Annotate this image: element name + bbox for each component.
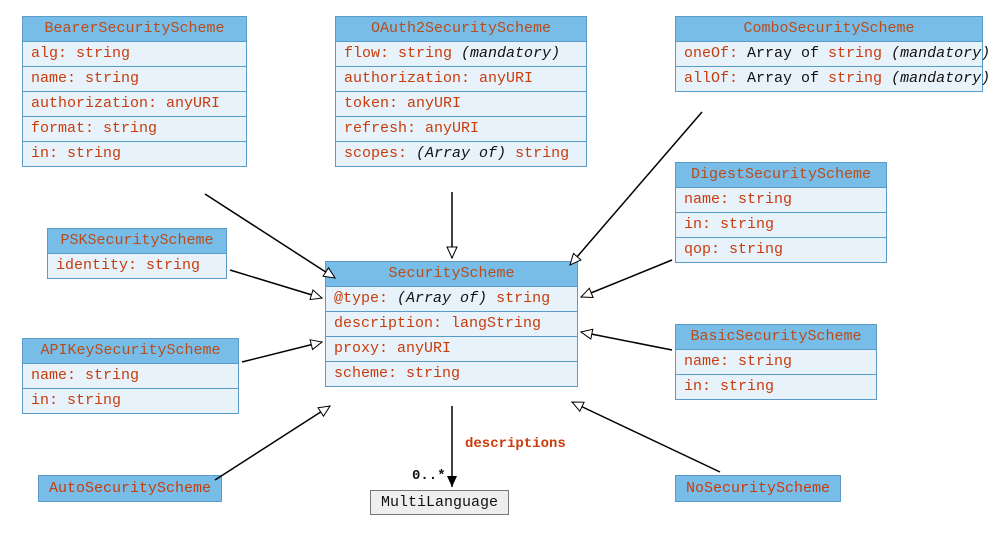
attr-row: oneOf: Array of string (mandatory) — [676, 42, 982, 67]
attr-row: description: langString — [326, 312, 577, 337]
attr-row: name: string — [23, 364, 238, 389]
attr-row: in: string — [676, 213, 886, 238]
attr-row: @type: (Array of) string — [326, 287, 577, 312]
class-title: BearerSecurityScheme — [23, 17, 246, 42]
class-auto: AutoSecurityScheme — [38, 475, 222, 502]
attr-row: identity: string — [48, 254, 226, 278]
attr-row: proxy: anyURI — [326, 337, 577, 362]
class-psk: PSKSecurityScheme identity: string — [47, 228, 227, 279]
class-nosec: NoSecurityScheme — [675, 475, 841, 502]
class-title: DigestSecurityScheme — [676, 163, 886, 188]
class-digest: DigestSecurityScheme name: stringin: str… — [675, 162, 887, 263]
class-oauth2: OAuth2SecurityScheme flow: string (manda… — [335, 16, 587, 167]
class-multilanguage: MultiLanguage — [370, 490, 509, 515]
class-title: APIKeySecurityScheme — [23, 339, 238, 364]
attr-row: in: string — [23, 389, 238, 413]
attr-row: scheme: string — [326, 362, 577, 386]
attr-row: alg: string — [23, 42, 246, 67]
attr-rows: oneOf: Array of string (mandatory)allOf:… — [676, 42, 982, 91]
class-title: MultiLanguage — [381, 494, 498, 511]
attr-rows: @type: (Array of) stringdescription: lan… — [326, 287, 577, 386]
attr-row: name: string — [676, 350, 876, 375]
class-title: AutoSecurityScheme — [49, 480, 211, 497]
attr-row: qop: string — [676, 238, 886, 262]
attr-rows: flow: string (mandatory)authorization: a… — [336, 42, 586, 166]
attr-row: authorization: anyURI — [23, 92, 246, 117]
attr-row: allOf: Array of string (mandatory) — [676, 67, 982, 91]
attr-row: format: string — [23, 117, 246, 142]
class-title: OAuth2SecurityScheme — [336, 17, 586, 42]
attr-row: in: string — [23, 142, 246, 166]
class-bearer: BearerSecurityScheme alg: stringname: st… — [22, 16, 247, 167]
assoc-label-descriptions: descriptions — [465, 436, 566, 452]
attr-row: authorization: anyURI — [336, 67, 586, 92]
assoc-multiplicity: 0..* — [412, 468, 446, 484]
attr-rows: alg: stringname: stringauthorization: an… — [23, 42, 246, 166]
class-title: NoSecurityScheme — [686, 480, 830, 497]
class-basic: BasicSecurityScheme name: stringin: stri… — [675, 324, 877, 400]
attr-row: flow: string (mandatory) — [336, 42, 586, 67]
attr-row: refresh: anyURI — [336, 117, 586, 142]
class-title: BasicSecurityScheme — [676, 325, 876, 350]
attr-rows: identity: string — [48, 254, 226, 278]
attr-rows: name: stringin: stringqop: string — [676, 188, 886, 262]
class-title: SecurityScheme — [326, 262, 577, 287]
attr-rows: name: stringin: string — [676, 350, 876, 399]
attr-row: name: string — [676, 188, 886, 213]
attr-row: scopes: (Array of) string — [336, 142, 586, 166]
diagram-canvas: BearerSecurityScheme alg: stringname: st… — [0, 0, 1000, 533]
class-combo: ComboSecurityScheme oneOf: Array of stri… — [675, 16, 983, 92]
class-apikey: APIKeySecurityScheme name: stringin: str… — [22, 338, 239, 414]
class-title: PSKSecurityScheme — [48, 229, 226, 254]
class-security: SecurityScheme @type: (Array of) stringd… — [325, 261, 578, 387]
class-title: ComboSecurityScheme — [676, 17, 982, 42]
attr-row: in: string — [676, 375, 876, 399]
attr-row: token: anyURI — [336, 92, 586, 117]
attr-rows: name: stringin: string — [23, 364, 238, 413]
attr-row: name: string — [23, 67, 246, 92]
